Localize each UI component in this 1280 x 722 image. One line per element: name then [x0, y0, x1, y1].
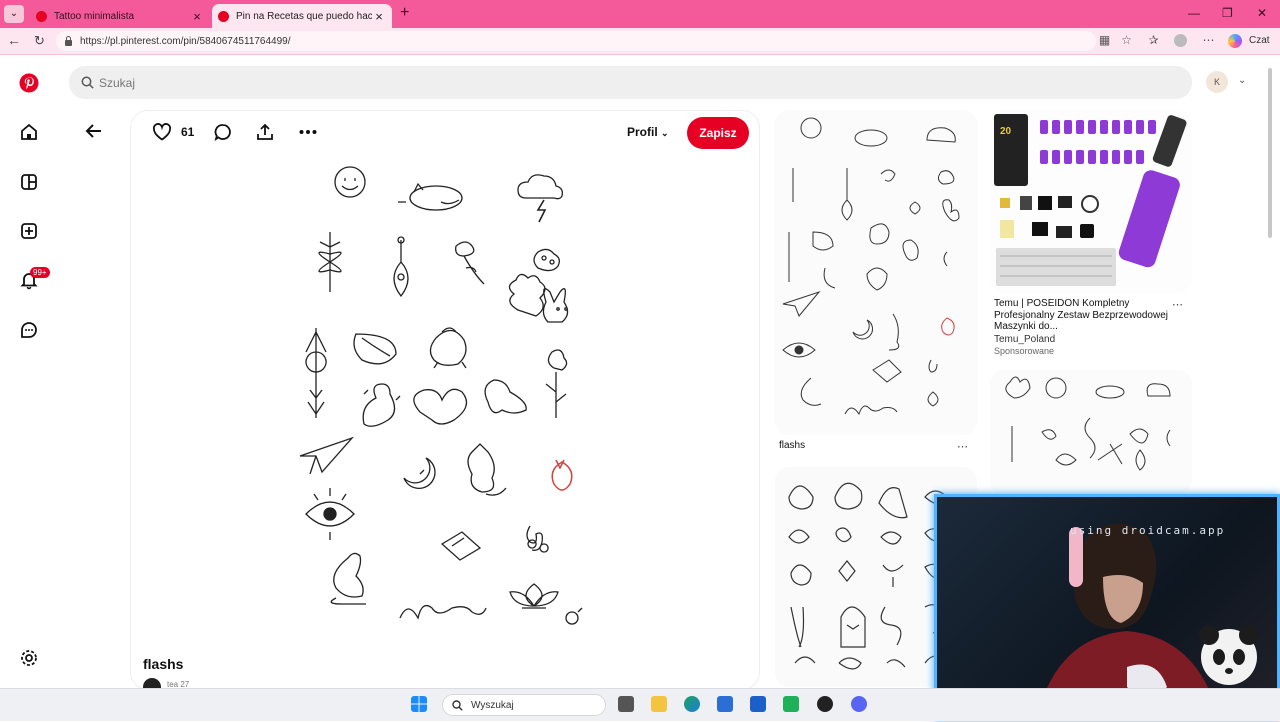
search-placeholder: Szukaj — [99, 75, 136, 90]
url-text: https://pl.pinterest.com/pin/58406745117… — [80, 35, 291, 47]
settings-icon[interactable] — [19, 648, 39, 668]
pin-image-tattoo-flash[interactable] — [296, 162, 596, 638]
pin-thumbnail-image — [1005, 376, 1171, 471]
tab-title: Pin na Recetas que puedo hacer — [236, 10, 372, 22]
windows-start-icon[interactable] — [411, 696, 427, 712]
chat-icon[interactable] — [19, 320, 39, 340]
webcam-watermark-text: using droidcam.app — [1070, 524, 1226, 537]
sponsored-pin-temu[interactable]: 20 — [990, 110, 1192, 293]
mail-icon[interactable] — [750, 696, 766, 712]
related-pin-flashs[interactable] — [775, 110, 977, 435]
home-icon[interactable] — [19, 122, 39, 142]
search-icon — [81, 76, 94, 89]
browser-toolbar: ← ↻ https://pl.pinterest.com/pin/5840674… — [0, 28, 1280, 55]
new-tab-icon[interactable]: + — [400, 5, 409, 21]
save-button[interactable]: Zapisz — [687, 117, 749, 149]
svg-text:20: 20 — [1000, 126, 1012, 137]
account-chevron-down-icon[interactable]: ⌄ — [1238, 75, 1246, 86]
ad-title[interactable]: Temu | POSEIDON Kompletny Profesjonalny … — [994, 298, 1174, 333]
favorites-icon[interactable]: ✰ — [1147, 34, 1160, 47]
tab-title: Tattoo minimalista — [54, 10, 135, 22]
like-count: 61 — [181, 125, 195, 139]
page-scrollbar-thumb[interactable] — [1268, 68, 1272, 238]
maximize-icon[interactable]: ❐ — [1222, 6, 1233, 20]
tab-tattoo-minimalista[interactable]: Tattoo minimalista × — [30, 4, 210, 28]
ad-more-icon[interactable]: ⋯ — [1172, 298, 1184, 311]
microsoft-store-icon[interactable] — [717, 696, 733, 712]
windows-taskbar — [0, 688, 1280, 721]
close-window-icon[interactable]: ✕ — [1257, 6, 1267, 20]
related-pin-caption[interactable]: flashs — [779, 440, 805, 451]
create-icon[interactable] — [19, 221, 39, 241]
pinterest-logo-icon[interactable] — [19, 73, 39, 93]
browser-tab-strip: ⌄ Tattoo minimalista × Pin na Recetas qu… — [0, 0, 1280, 28]
file-explorer-icon[interactable] — [651, 696, 667, 712]
ad-product-image: 20 — [994, 114, 1187, 286]
back-icon[interactable]: ← — [7, 32, 21, 48]
profile-icon[interactable] — [1174, 34, 1187, 47]
taskbar-search-placeholder: Wyszukaj — [471, 699, 514, 711]
ad-source[interactable]: Temu_Poland — [994, 334, 1055, 345]
reload-icon[interactable]: ↻ — [34, 33, 45, 49]
chevron-down-icon: ⌄ — [661, 128, 669, 138]
pin-more-icon[interactable]: ⋯ — [957, 440, 969, 453]
tab-close-icon[interactable]: × — [372, 9, 386, 24]
browser-menu-icon[interactable]: ⋯ — [1202, 34, 1215, 47]
edge-browser-icon[interactable] — [684, 696, 700, 712]
explore-icon[interactable] — [19, 172, 39, 192]
share-icon[interactable] — [255, 122, 275, 142]
discord-icon[interactable] — [851, 696, 867, 712]
lock-icon — [65, 36, 72, 46]
comment-icon[interactable] — [213, 122, 233, 142]
avatar[interactable]: K — [1206, 71, 1228, 93]
tab-pin-recetas[interactable]: Pin na Recetas que puedo hacer × — [212, 4, 392, 28]
back-arrow-icon[interactable] — [84, 121, 104, 141]
app-dark-icon[interactable] — [817, 696, 833, 712]
pin-thumbnail-image — [782, 117, 960, 416]
search-icon — [452, 700, 463, 711]
app-green-icon[interactable] — [783, 696, 799, 712]
copilot-label[interactable]: Czat — [1249, 35, 1270, 46]
pinterest-favicon-icon — [218, 10, 229, 22]
pinterest-favicon-icon — [36, 10, 47, 22]
like-button[interactable]: 61 — [152, 123, 194, 141]
minimize-icon[interactable]: — — [1188, 6, 1200, 20]
notifications-badge: 99+ — [30, 267, 50, 278]
heart-icon — [152, 123, 172, 141]
search-input[interactable]: Szukaj — [69, 66, 1192, 99]
favorite-star-icon[interactable]: ☆ — [1120, 34, 1133, 47]
ad-sponsored-label: Sponsorowane — [994, 346, 1055, 356]
tab-close-icon[interactable]: × — [190, 9, 204, 24]
profile-board-dropdown[interactable]: Profil ⌄ — [627, 125, 669, 139]
reader-view-icon[interactable]: ▦ — [1098, 34, 1111, 47]
task-view-icon[interactable] — [618, 696, 634, 712]
tab-list-button[interactable]: ⌄ — [4, 5, 24, 23]
copilot-icon[interactable] — [1228, 34, 1242, 48]
profile-board-label: Profil — [627, 125, 658, 139]
related-pin-flash-2[interactable] — [990, 370, 1192, 495]
pinterest-sidebar — [0, 55, 58, 688]
taskbar-search-input[interactable]: Wyszukaj — [442, 694, 606, 716]
address-bar[interactable]: https://pl.pinterest.com/pin/58406745117… — [56, 31, 1096, 51]
more-icon[interactable] — [298, 122, 318, 142]
pin-title: flashs — [143, 656, 184, 672]
